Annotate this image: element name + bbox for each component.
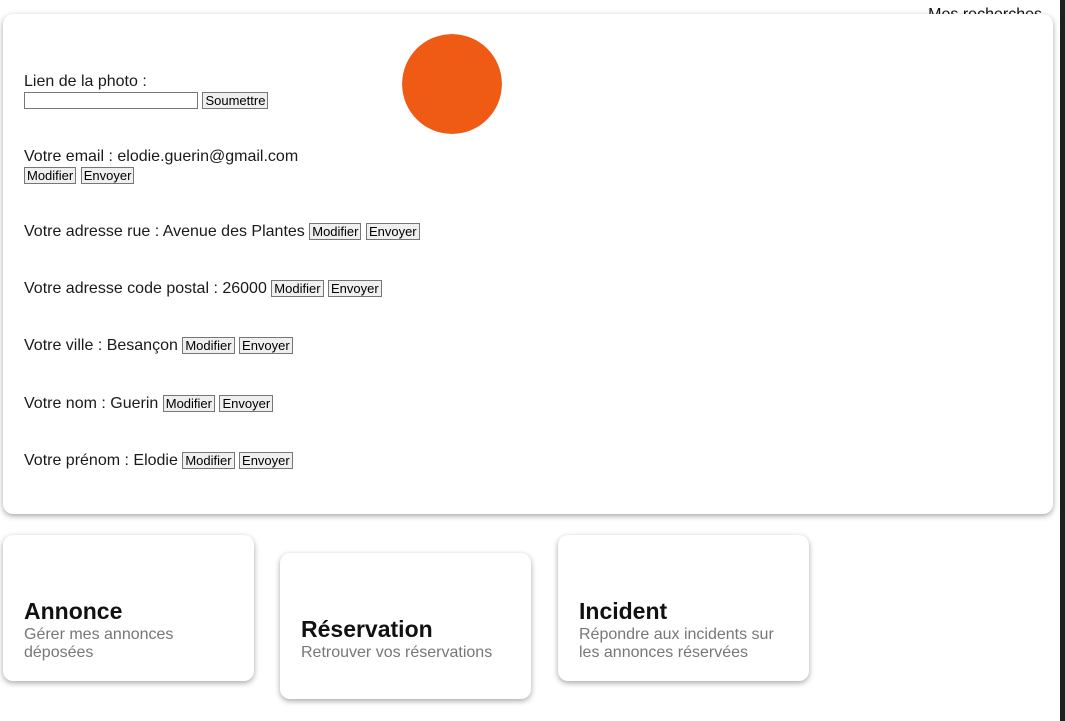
city-send-button[interactable]: Envoyer: [239, 337, 293, 355]
lastname-modify-button[interactable]: Modifier: [162, 395, 215, 413]
incident-card-title: Incident: [579, 598, 668, 624]
postal-modify-button[interactable]: Modifier: [271, 280, 324, 298]
lastname-text: Votre nom : Guerin: [24, 395, 159, 412]
window-edge: [1060, 0, 1065, 721]
email-send-button[interactable]: Envoyer: [80, 167, 135, 185]
photo-label: Lien de la photo :: [24, 73, 147, 90]
photo-submit-button[interactable]: Soumettre: [202, 92, 269, 110]
firstname-send-button[interactable]: Envoyer: [239, 452, 293, 470]
annonce-card-desc: Gérer mes annonces déposées: [24, 626, 174, 661]
firstname-row: Votre prénom : Elodie Modifier Envoyer: [24, 452, 293, 470]
email-modify-button[interactable]: Modifier: [24, 167, 77, 185]
incident-card[interactable]: Incident Répondre aux incidents sur les …: [558, 535, 809, 681]
city-modify-button[interactable]: Modifier: [182, 337, 235, 355]
postal-row: Votre adresse code postal : 26000 Modifi…: [24, 280, 382, 298]
city-row: Votre ville : Besançon Modifier Envoyer: [24, 337, 293, 355]
street-send-button[interactable]: Envoyer: [365, 223, 420, 241]
postal-text: Votre adresse code postal : 26000: [24, 280, 267, 297]
avatar-circle: [402, 34, 502, 134]
profile-avatar: [402, 34, 502, 134]
email-text: Votre email : elodie.guerin@gmail.com: [24, 148, 299, 165]
reservation-card-title: Réservation: [301, 616, 433, 642]
reservation-card-desc: Retrouver vos réservations: [301, 644, 493, 661]
reservation-card[interactable]: Réservation Retrouver vos réservations: [280, 553, 531, 699]
street-text: Votre adresse rue : Avenue des Plantes: [24, 223, 305, 240]
city-text: Votre ville : Besançon: [24, 337, 178, 354]
lastname-row: Votre nom : Guerin Modifier Envoyer: [24, 395, 274, 413]
street-modify-button[interactable]: Modifier: [309, 223, 362, 241]
photo-url-input[interactable]: [24, 92, 198, 110]
profile-card: Lien de la photo : Soumettre Votre email…: [3, 14, 1053, 514]
photo-row: Soumettre: [24, 92, 269, 110]
street-row: Votre adresse rue : Avenue des Plantes M…: [24, 223, 420, 241]
annonce-card[interactable]: Annonce Gérer mes annonces déposées: [3, 535, 254, 681]
email-actions: Modifier Envoyer: [24, 167, 135, 185]
firstname-modify-button[interactable]: Modifier: [182, 452, 235, 470]
incident-card-desc: Répondre aux incidents sur les annonces …: [579, 626, 774, 661]
firstname-text: Votre prénom : Elodie: [24, 452, 178, 469]
postal-send-button[interactable]: Envoyer: [328, 280, 382, 298]
annonce-card-title: Annonce: [24, 598, 123, 624]
lastname-send-button[interactable]: Envoyer: [219, 395, 274, 413]
